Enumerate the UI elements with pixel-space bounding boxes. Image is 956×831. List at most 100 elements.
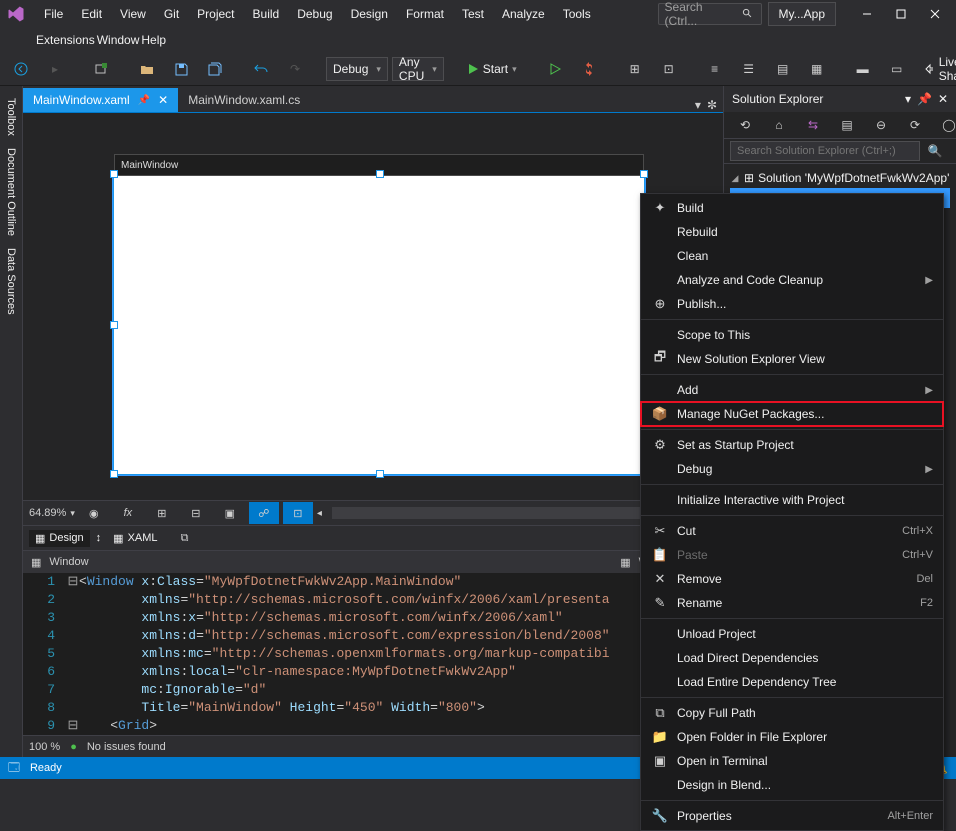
redo-button[interactable]: ↷ [280, 58, 310, 80]
snap-icon[interactable]: ▣ [215, 502, 245, 524]
close-button[interactable] [918, 2, 952, 26]
solexp-back-icon[interactable]: ⟲ [730, 114, 760, 136]
menu-build[interactable]: Build [245, 3, 288, 25]
live-share-button[interactable]: Live Share [916, 55, 956, 83]
solexp-collapse-icon[interactable]: ⊖ [866, 114, 896, 136]
solexp-home-icon[interactable]: ⌂ [764, 114, 794, 136]
popout-icon[interactable]: ⧉ [170, 527, 200, 549]
ctx-copy-path[interactable]: ⧉Copy Full Path [641, 701, 943, 725]
ctx-clean[interactable]: Clean [641, 244, 943, 268]
ctx-rebuild[interactable]: Rebuild [641, 220, 943, 244]
pin-icon[interactable]: 📌 [138, 95, 150, 106]
zoom-level[interactable]: 64.89% [29, 507, 66, 519]
ctx-scope[interactable]: Scope to This [641, 323, 943, 347]
menu-analyze[interactable]: Analyze [494, 3, 553, 25]
tab-dropdown-icon[interactable]: ▾ [695, 98, 701, 112]
open-file-button[interactable] [132, 58, 162, 80]
ctx-debug[interactable]: Debug▶ [641, 457, 943, 481]
snap2-icon[interactable]: ☍ [249, 502, 279, 524]
zoom-fit-icon[interactable]: ◉ [79, 502, 109, 524]
menu-edit[interactable]: Edit [73, 3, 110, 25]
ctx-open-folder[interactable]: 📁Open Folder in File Explorer [641, 725, 943, 749]
minimize-button[interactable] [850, 2, 884, 26]
ctx-open-terminal[interactable]: ▣Open in Terminal [641, 749, 943, 773]
ctx-new-view[interactable]: 🗗New Solution Explorer View [641, 347, 943, 371]
data-sources-tab[interactable]: Data Sources [5, 242, 17, 321]
expand-icon[interactable]: ◢ [730, 173, 740, 184]
start-debug-button[interactable]: Start▾ [460, 57, 524, 81]
toolbar-misc-2[interactable]: ⊡ [654, 58, 684, 80]
ctx-add[interactable]: Add▶ [641, 378, 943, 402]
ctx-rename[interactable]: ✎RenameF2 [641, 591, 943, 615]
menu-test[interactable]: Test [454, 3, 492, 25]
menu-project[interactable]: Project [189, 3, 242, 25]
zoom-pct[interactable]: 100 % [29, 741, 60, 753]
app-selector-button[interactable]: My...App [768, 2, 836, 26]
save-button[interactable] [166, 58, 196, 80]
xaml-tab[interactable]: ▦ XAML [107, 530, 163, 547]
solution-node[interactable]: ◢ ⊞ Solution 'MyWpfDotnetFwkWv2App' [730, 168, 950, 188]
platform-combo[interactable]: Any CPU▾ [392, 57, 444, 81]
document-outline-tab[interactable]: Document Outline [5, 142, 17, 242]
ctx-blend[interactable]: Design in Blend... [641, 773, 943, 797]
toolbar-align-4[interactable]: ▦ [802, 58, 832, 80]
back-button[interactable] [6, 58, 36, 80]
ctx-remove[interactable]: ✕RemoveDel [641, 567, 943, 591]
search-icon[interactable]: 🔍 [920, 140, 950, 162]
panel-close-icon[interactable]: ✕ [938, 92, 948, 106]
forward-button[interactable]: ▸ [40, 58, 70, 80]
solexp-preview-icon[interactable]: ▤ [832, 114, 862, 136]
menu-format[interactable]: Format [398, 3, 452, 25]
grid2-icon[interactable]: ⊟ [181, 502, 211, 524]
config-combo[interactable]: Debug▾ [326, 57, 388, 81]
ctx-unload[interactable]: Unload Project [641, 622, 943, 646]
toolbar-align-1[interactable]: ≡ [700, 58, 730, 80]
ctx-properties[interactable]: 🔧PropertiesAlt+Enter [641, 804, 943, 828]
toolbar-group-1[interactable]: ▬ [848, 58, 878, 80]
toolbar-align-2[interactable]: ☰ [734, 58, 764, 80]
menu-file[interactable]: File [36, 3, 71, 25]
issues-text[interactable]: No issues found [87, 741, 166, 753]
toolbar-align-3[interactable]: ▤ [768, 58, 798, 80]
swap-panes-icon[interactable]: ↕ [96, 532, 102, 544]
close-tab-icon[interactable]: ✕ [158, 93, 168, 107]
toolbar-misc-1[interactable]: ⊞ [620, 58, 650, 80]
start-without-debug-button[interactable] [540, 58, 570, 80]
tab-mainwindow-xaml[interactable]: MainWindow.xaml 📌 ✕ [23, 88, 178, 112]
solexp-sync-icon[interactable]: ⇆ [798, 114, 828, 136]
menu-window[interactable]: Window [97, 33, 140, 47]
snap3-icon[interactable]: ⊡ [283, 502, 313, 524]
ctx-publish[interactable]: ⊕Publish... [641, 292, 943, 316]
menu-extensions[interactable]: Extensions [36, 33, 95, 47]
tab-mainwindow-xaml-cs[interactable]: MainWindow.xaml.cs [178, 88, 310, 112]
menu-git[interactable]: Git [156, 3, 187, 25]
output-icon[interactable]: 🗔 [8, 759, 20, 778]
design-surface[interactable]: MainWindow [113, 173, 645, 475]
ctx-load-direct[interactable]: Load Direct Dependencies [641, 646, 943, 670]
toolbar-group-2[interactable]: ▭ [882, 58, 912, 80]
ctx-analyze[interactable]: Analyze and Code Cleanup▶ [641, 268, 943, 292]
menu-tools[interactable]: Tools [555, 3, 599, 25]
bc-left[interactable]: Window [49, 556, 88, 568]
solexp-show-all-icon[interactable]: ◯ [934, 114, 956, 136]
menu-debug[interactable]: Debug [289, 3, 340, 25]
undo-button[interactable] [246, 58, 276, 80]
ctx-manage-nuget[interactable]: 📦Manage NuGet Packages... [641, 402, 943, 426]
menu-help[interactable]: Help [141, 33, 166, 47]
menu-view[interactable]: View [112, 3, 154, 25]
xaml-code-editor[interactable]: 1⊟<Window x:Class="MyWpfDotnetFwkWv2App.… [23, 573, 723, 735]
search-box[interactable]: Search (Ctrl... [658, 3, 762, 25]
ctx-build[interactable]: ✦Build [641, 196, 943, 220]
tab-settings-icon[interactable]: ✼ [707, 98, 717, 112]
grid-icon[interactable]: ⊞ [147, 502, 177, 524]
fx-icon[interactable]: fx [113, 502, 143, 524]
save-all-button[interactable] [200, 58, 230, 80]
design-tab[interactable]: ▦ Design [29, 530, 90, 547]
maximize-button[interactable] [884, 2, 918, 26]
ctx-startup[interactable]: ⚙Set as Startup Project [641, 433, 943, 457]
toolbox-tab[interactable]: Toolbox [5, 92, 17, 142]
panel-pin-icon[interactable]: 📌 [917, 92, 932, 106]
solexp-refresh-icon[interactable]: ⟳ [900, 114, 930, 136]
ctx-load-entire[interactable]: Load Entire Dependency Tree [641, 670, 943, 694]
menu-design[interactable]: Design [343, 3, 396, 25]
